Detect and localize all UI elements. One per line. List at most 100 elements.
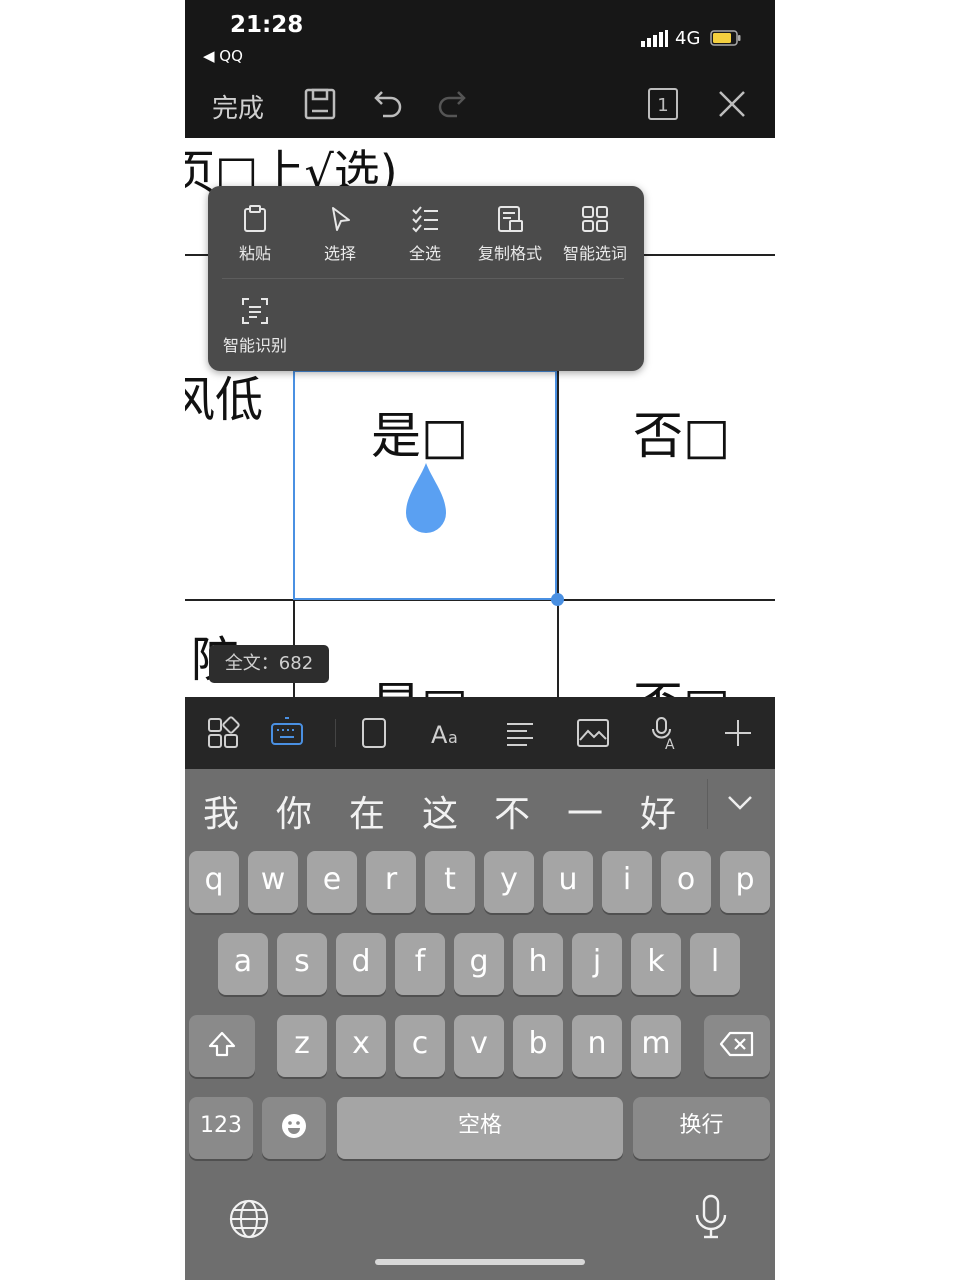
cell-no-option[interactable]: 否□ — [633, 396, 730, 468]
key-l[interactable]: l — [690, 933, 740, 995]
page-icon[interactable]: 1 — [648, 88, 678, 120]
menu-item-label: 智能识别 — [222, 336, 287, 355]
shift-key[interactable] — [189, 1015, 255, 1077]
key-u[interactable]: u — [543, 851, 593, 913]
candidate-word[interactable]: 一 — [555, 785, 615, 837]
keyboard-icon[interactable] — [269, 715, 305, 751]
app-screen: 21:28 ◀ QQ 4G 完成 1 页□上√选) 风低 是□ 否□ 粘贴 选择… — [185, 0, 775, 1280]
back-to-app-link[interactable]: ◀ QQ — [203, 47, 243, 65]
network-label: 4G — [675, 28, 701, 49]
key-m[interactable]: m — [631, 1015, 681, 1077]
battery-icon — [710, 30, 741, 46]
home-indicator[interactable] — [375, 1259, 585, 1265]
key-v[interactable]: v — [454, 1015, 504, 1077]
key-g[interactable]: g — [454, 933, 504, 995]
space-key[interactable]: 空格 — [337, 1097, 623, 1159]
edit-toolbar: A a A — [185, 697, 775, 769]
smart-recognize-icon — [242, 298, 268, 324]
menu-item-label: 复制格式 — [477, 244, 542, 263]
toolbar-divider — [335, 719, 336, 747]
candidate-divider — [707, 779, 708, 829]
menu-item-label: 智能选词 — [562, 244, 627, 263]
top-bar: 21:28 ◀ QQ 4G 完成 1 — [185, 0, 775, 138]
svg-text:A: A — [665, 737, 675, 751]
return-key[interactable]: 换行 — [633, 1097, 770, 1159]
select-icon — [332, 207, 350, 231]
redo-icon[interactable] — [433, 84, 473, 124]
key-p[interactable]: p — [720, 851, 770, 913]
menu-item-smart-select[interactable]: 智能选词 — [552, 204, 638, 264]
svg-text:a: a — [448, 728, 458, 747]
menu-item-label: 粘贴 — [238, 244, 271, 263]
key-x[interactable]: x — [336, 1015, 386, 1077]
candidate-word[interactable]: 好 — [628, 785, 688, 837]
menu-item-paste[interactable]: 粘贴 — [212, 204, 298, 264]
image-icon[interactable] — [575, 715, 611, 751]
undo-icon[interactable] — [367, 84, 407, 124]
emoji-icon — [282, 1114, 306, 1138]
candidate-word[interactable]: 不 — [482, 785, 542, 837]
frame-icon[interactable] — [356, 715, 392, 751]
key-h[interactable]: h — [513, 933, 563, 995]
align-icon[interactable] — [502, 715, 538, 751]
shift-icon — [208, 1031, 236, 1057]
candidate-word[interactable]: 你 — [264, 785, 324, 837]
text-cursor-handle[interactable] — [402, 461, 450, 537]
key-y[interactable]: y — [484, 851, 534, 913]
menu-item-label: 选择 — [323, 244, 356, 263]
key-a[interactable]: a — [218, 933, 268, 995]
key-n[interactable]: n — [572, 1015, 622, 1077]
apps-icon[interactable] — [205, 715, 241, 751]
key-k[interactable]: k — [631, 933, 681, 995]
key-r[interactable]: r — [366, 851, 416, 913]
emoji-key[interactable] — [262, 1097, 326, 1159]
key-j[interactable]: j — [572, 933, 622, 995]
candidate-word[interactable]: 这 — [410, 785, 470, 837]
key-s[interactable]: s — [277, 933, 327, 995]
row2-no-option[interactable]: 否□ — [633, 666, 730, 698]
paste-icon — [244, 205, 266, 232]
key-b[interactable]: b — [513, 1015, 563, 1077]
plus-icon[interactable] — [720, 715, 756, 751]
candidate-word[interactable]: 在 — [337, 785, 397, 837]
numbers-key[interactable]: 123 — [189, 1097, 253, 1159]
delete-key[interactable] — [704, 1015, 770, 1077]
cell-yes-option[interactable]: 是□ — [371, 396, 468, 468]
key-o[interactable]: o — [661, 851, 711, 913]
key-d[interactable]: d — [336, 933, 386, 995]
word-count-badge: 全文：682 — [209, 645, 329, 683]
key-q[interactable]: q — [189, 851, 239, 913]
selection-handle[interactable] — [551, 593, 564, 606]
smart-select-icon — [582, 206, 608, 232]
globe-icon[interactable] — [227, 1197, 271, 1241]
row2-yes-option[interactable]: 是□ — [371, 666, 468, 698]
key-z[interactable]: z — [277, 1015, 327, 1077]
menu-item-label: 全选 — [408, 244, 441, 263]
select-all-icon — [412, 206, 438, 233]
delete-icon — [719, 1031, 754, 1057]
context-menu: 粘贴 选择 全选 复制格式 智能选词 智能识别 — [208, 186, 644, 371]
close-icon[interactable] — [712, 84, 752, 124]
font-icon[interactable]: A a — [429, 715, 465, 751]
key-e[interactable]: e — [307, 851, 357, 913]
key-i[interactable]: i — [602, 851, 652, 913]
menu-divider — [222, 278, 624, 279]
status-time: 21:28 — [230, 12, 304, 38]
menu-item-select[interactable]: 选择 — [297, 204, 383, 264]
save-icon[interactable] — [300, 84, 340, 124]
signal-icon — [641, 30, 668, 47]
voice-translate-icon[interactable]: A — [647, 715, 683, 751]
key-f[interactable]: f — [395, 933, 445, 995]
key-t[interactable]: t — [425, 851, 475, 913]
menu-item-copy-format[interactable]: 复制格式 — [467, 204, 553, 264]
svg-text:A: A — [431, 721, 448, 749]
copy-format-icon — [498, 206, 523, 232]
key-c[interactable]: c — [395, 1015, 445, 1077]
mic-icon[interactable] — [691, 1193, 731, 1243]
menu-item-smart-recognize[interactable]: 智能识别 — [212, 296, 298, 356]
menu-item-select-all[interactable]: 全选 — [382, 204, 468, 264]
chevron-down-icon[interactable] — [723, 791, 757, 815]
key-w[interactable]: w — [248, 851, 298, 913]
candidate-word[interactable]: 我 — [191, 785, 251, 837]
done-button[interactable]: 完成 — [212, 88, 264, 125]
